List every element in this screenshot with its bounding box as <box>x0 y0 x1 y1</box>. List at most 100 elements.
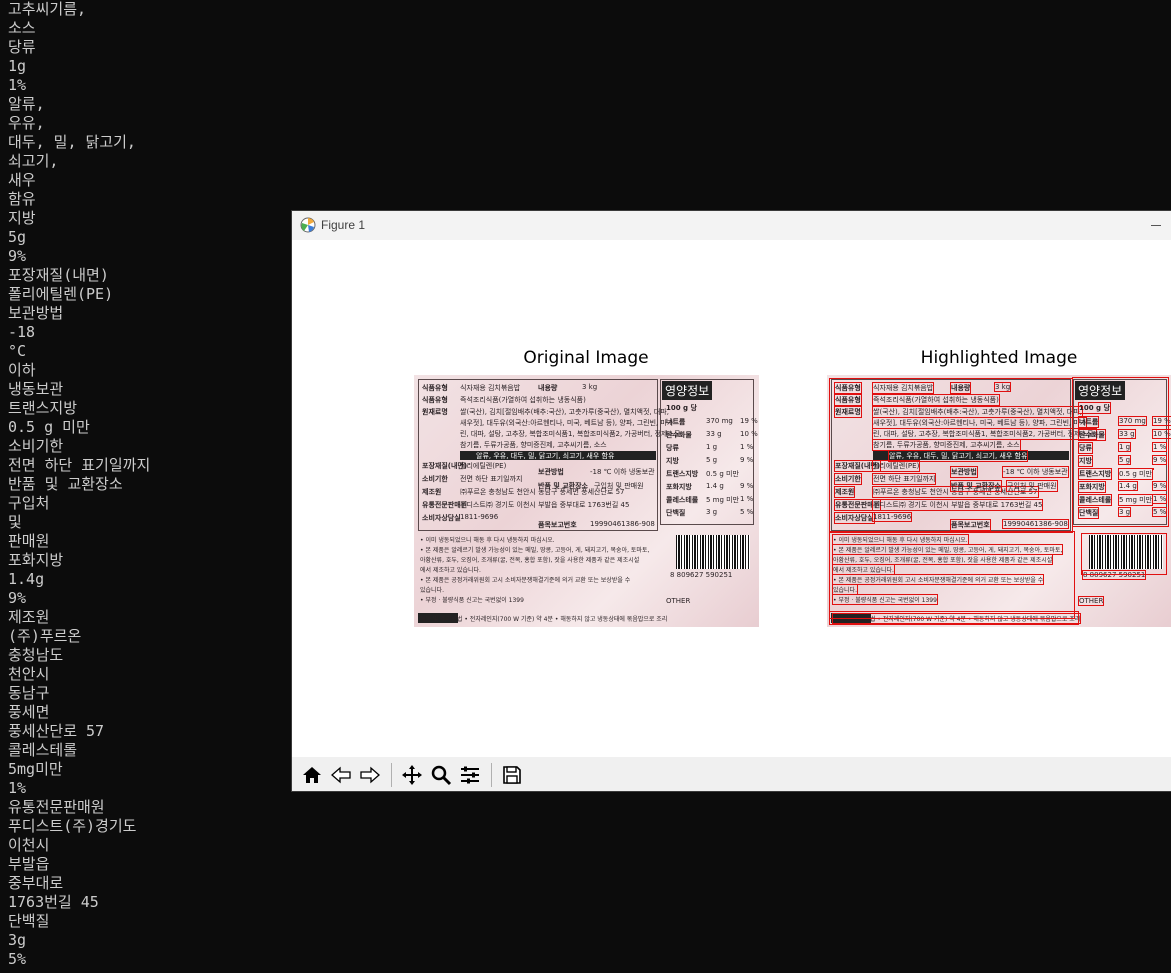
terminal-line: 푸디스트(주)경기도 <box>8 817 137 835</box>
label-field-name: 소비기한 <box>422 475 448 483</box>
terminal-line: 풍세산단로 57 <box>8 722 105 740</box>
nutrient-amount: 5 mg 미만 <box>706 496 740 504</box>
nutrient-name: 당류 <box>666 444 679 452</box>
weight-value: 3 kg <box>582 383 598 391</box>
nutrient-percent: 19 % <box>740 417 758 425</box>
nutrition-title: 영양정보 <box>662 381 713 400</box>
highlighted-image-title: Highlighted Image <box>920 348 1078 368</box>
nutrient-percent: 1 % <box>740 495 754 503</box>
label-field-value: 1811-9696 <box>460 513 499 521</box>
recycle-mark: OTHER <box>1077 596 1105 606</box>
weight-label: 내용량 <box>538 384 558 392</box>
terminal-line: 0.5 g 미만 <box>8 418 90 436</box>
terminal-line: 5g <box>8 228 27 246</box>
terminal-line: 지방 <box>8 209 36 227</box>
terminal-line: (주)푸르온 <box>8 627 82 645</box>
forward-arrow-icon <box>360 766 380 784</box>
highlighted-image: 식품유형 식자재용 김치볶음밥 식품유형 즉석조리식품(가열하여 섭취하는 냉동식품)… <box>827 375 1171 627</box>
home-icon <box>303 767 321 783</box>
zoom-icon <box>431 765 452 786</box>
return-value: 구입처 및 판매원 <box>594 482 644 490</box>
figure-canvas[interactable]: Original Image Highlighted Image 식품유형 식자재… <box>292 240 1171 757</box>
terminal-line: 고추씨기름, <box>8 0 87 18</box>
recycle-mark: OTHER <box>666 597 691 605</box>
label-field-value: 린, 대파, 설탕, 고추장, 복합조미식품1, 복합조미식품2, 가공버터, … <box>460 430 683 438</box>
terminal-line: 및 <box>8 513 22 531</box>
terminal-line: 알류, <box>8 95 45 113</box>
back-button[interactable] <box>327 761 355 789</box>
label-field-value: 푸디스트㈜ 경기도 이천시 부발읍 중부대로 1763번길 45 <box>460 501 630 509</box>
zoom-button[interactable] <box>427 761 455 789</box>
storage-value: -18 ℃ 이하 냉동보관 <box>590 468 655 476</box>
label-note: 에서 제조하고 있습니다. <box>420 567 481 574</box>
label-field-name: 원재료명 <box>422 408 448 416</box>
report-label: 품목보고번호 <box>538 521 577 529</box>
terminal-line: 우유, <box>8 114 45 132</box>
label-field-value: 새우젓], 대두유(외국산:아르헨티나, 미국, 베트남 등), 양파, 그린빈… <box>460 419 674 427</box>
barcode <box>676 535 750 569</box>
terminal-line: 보관방법 <box>8 304 64 322</box>
nutrient-percent: 1 % <box>740 443 754 451</box>
save-button[interactable] <box>498 761 526 789</box>
save-icon <box>503 766 521 784</box>
label-field-name: 소비자상담실 <box>422 514 461 522</box>
label-note: 있습니다. <box>420 587 444 594</box>
highlight-box <box>1072 377 1169 527</box>
terminal-line: 5mg미만 <box>8 760 63 778</box>
move-icon <box>402 765 422 785</box>
highlight-box <box>1081 533 1167 575</box>
terminal-line: 유통전문판매원 <box>8 798 105 816</box>
original-image: 식품유형 식자재용 김치볶음밥 식품유형 즉석조리식품(가열하여 섭취하는 냉동식품)… <box>414 375 759 627</box>
nutrient-amount: 5 g <box>706 456 718 464</box>
nutrient-amount: 33 g <box>706 430 722 438</box>
nutrient-percent: 9 % <box>740 456 754 464</box>
window-title: Figure 1 <box>321 218 366 232</box>
nutrient-name: 콜레스테롤 <box>666 496 699 504</box>
return-label: 반품 및 교환장소 <box>538 482 588 490</box>
terminal-line: 소스 <box>8 19 36 37</box>
terminal-line: 1.4g <box>8 570 45 588</box>
window-titlebar[interactable]: Figure 1 <box>292 211 1171 240</box>
terminal-line: 1% <box>8 779 27 797</box>
matplotlib-icon <box>300 217 316 233</box>
terminal-line: 전면 하단 표기일까지 <box>8 456 151 474</box>
minimize-button[interactable] <box>1148 217 1164 233</box>
terminal-line: 3g <box>8 931 27 949</box>
terminal-line: 포화지방 <box>8 551 64 569</box>
report-value: 19990461386-908 <box>590 520 655 528</box>
original-image-title: Original Image <box>523 348 649 368</box>
terminal-line: 이하 <box>8 361 36 379</box>
nutrient-name: 지방 <box>666 457 679 465</box>
nutrient-name: 포화지방 <box>666 483 692 491</box>
configure-subplots-button[interactable] <box>456 761 484 789</box>
terminal-line: 천안시 <box>8 665 50 683</box>
nutrient-amount: 370 mg <box>706 417 733 425</box>
terminal-line: 풍세면 <box>8 703 50 721</box>
figure-window[interactable]: Figure 1 Original Image Highlighted Imag… <box>291 210 1171 792</box>
terminal-line: 새우 <box>8 171 36 189</box>
label-field-name: 제조원 <box>422 488 442 496</box>
terminal-line: 트랜스지방 <box>8 399 78 417</box>
nutrient-percent: 9 % <box>740 482 754 490</box>
terminal-line: 1763번길 45 <box>8 893 99 911</box>
forward-button[interactable] <box>356 761 384 789</box>
highlight-box <box>829 531 1075 619</box>
highlight-box <box>829 611 1079 625</box>
terminal-line: 판매원 <box>8 532 50 550</box>
allergen-text: 알류, 우유, 대두, 밀, 닭고기, 쇠고기, 새우 함유 <box>476 452 615 460</box>
label-field-value: 전면 하단 표기일까지 <box>460 475 523 483</box>
terminal-line: 제조원 <box>8 608 50 626</box>
nutrient-name: 나트륨 <box>666 418 686 426</box>
nutrient-amount: 0.5 g 미만 <box>706 470 739 478</box>
label-field-value: 폴리에틸렌(PE) <box>460 462 507 470</box>
home-button[interactable] <box>298 761 326 789</box>
terminal-line: 1g <box>8 57 27 75</box>
pan-button[interactable] <box>398 761 426 789</box>
terminal-line: 중부대로 <box>8 874 64 892</box>
terminal-line: 1% <box>8 76 27 94</box>
nutrient-percent: 5 % <box>740 508 754 516</box>
terminal-line: 대두, 밀, 닭고기, <box>8 133 136 151</box>
toolbar-separator <box>391 763 392 787</box>
label-note: • 부정 · 불량식품 신고는 국번없이 1399 <box>420 597 524 604</box>
terminal-output: 고추씨기름, 소스 당류 1g 1% 알류, 우유, 대두, 밀, 닭고기, 쇠고기, 새우 함유 지… <box>8 0 298 973</box>
